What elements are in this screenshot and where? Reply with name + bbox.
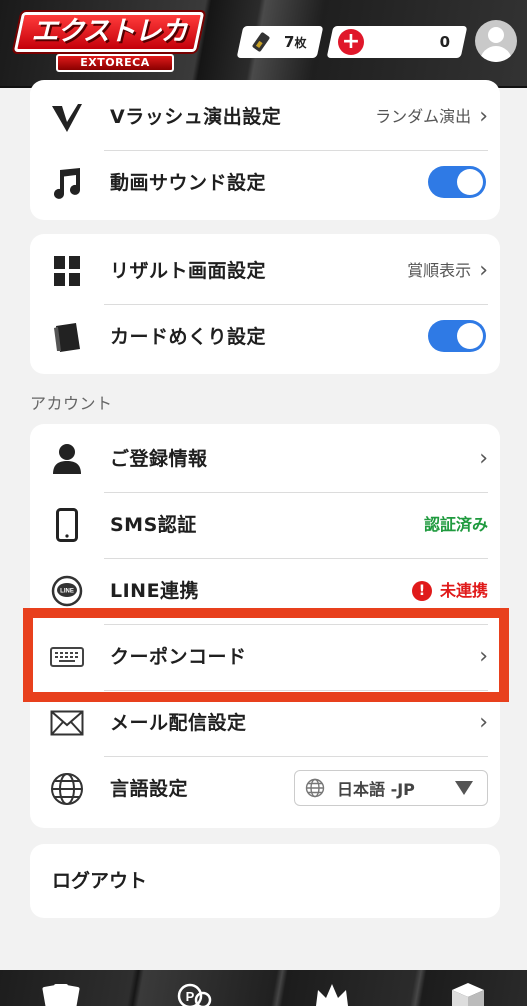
- language-select-value: 日本語 -JP: [337, 780, 415, 799]
- app-header: エクストレカ EXTORECA 7 枚 + 0: [0, 0, 527, 88]
- card-flip-setting-row: カードめくり設定: [30, 304, 500, 370]
- result-screen-setting-label: リザルト画面設定: [110, 260, 267, 282]
- points-nav-icon[interactable]: P: [176, 980, 216, 1006]
- registration-info-row[interactable]: ご登録情報 ›: [30, 426, 500, 492]
- vrush-setting-label: Vラッシュ演出設定: [110, 106, 282, 128]
- chevron-right-icon: ›: [479, 258, 488, 283]
- caret-down-icon: [455, 781, 473, 795]
- registration-info-label: ご登録情報: [110, 448, 208, 470]
- language-setting-row: 言語設定 日本語 -JP: [30, 756, 500, 822]
- ticket-counter[interactable]: 7 枚: [236, 26, 324, 58]
- vrush-setting-row[interactable]: Vラッシュ演出設定 ランダム演出 ›: [30, 84, 500, 150]
- alert-icon: !: [411, 581, 432, 601]
- card-flip-setting-label: カードめくり設定: [110, 326, 267, 348]
- extoreca-logo[interactable]: エクストレカ EXTORECA: [13, 10, 205, 72]
- points-value: 0: [439, 33, 450, 51]
- logo-sub-text: EXTORECA: [56, 54, 174, 72]
- crown-nav-icon[interactable]: [312, 980, 352, 1006]
- video-sound-toggle[interactable]: [428, 166, 486, 198]
- video-sound-setting-label: 動画サウンド設定: [110, 172, 267, 194]
- language-select[interactable]: 日本語 -JP: [294, 770, 488, 806]
- add-points-icon[interactable]: +: [338, 29, 364, 55]
- v-logo-icon: [50, 100, 84, 134]
- grid-icon: [50, 254, 84, 288]
- ticket-count: 7: [284, 33, 295, 51]
- cards-icon: [50, 320, 84, 354]
- music-note-icon: [50, 166, 84, 200]
- line-icon-text: LINE: [60, 589, 74, 595]
- settings-card-display: Vラッシュ演出設定 ランダム演出 › 動画サウンド設定: [30, 80, 500, 220]
- svg-text:P: P: [186, 989, 195, 1004]
- globe-icon: [50, 772, 84, 806]
- bottom-nav: P: [0, 970, 527, 1006]
- smartphone-icon: [50, 508, 84, 542]
- sms-status-verified: 認証済み: [423, 515, 488, 534]
- account-section-title: アカウント: [30, 394, 113, 413]
- highlight-box: [23, 608, 509, 702]
- result-screen-setting-row[interactable]: リザルト画面設定 賞順表示 ›: [30, 238, 500, 304]
- mail-icon: [50, 706, 84, 740]
- logo-main-text: エクストレカ: [31, 16, 187, 47]
- logout-button[interactable]: ログアウト: [52, 844, 147, 918]
- ticket-unit: 枚: [294, 35, 307, 50]
- chevron-right-icon: ›: [479, 104, 488, 129]
- chevron-right-icon: ›: [479, 446, 488, 471]
- globe-small-icon: [305, 778, 325, 798]
- line-icon: LINE: [50, 574, 84, 608]
- card-flip-toggle[interactable]: [428, 320, 486, 352]
- sms-auth-row[interactable]: SMS認証 認証済み: [30, 492, 500, 558]
- avatar[interactable]: [475, 20, 517, 62]
- ticket-icon: [251, 31, 271, 53]
- points-counter[interactable]: + 0: [326, 26, 468, 58]
- vrush-setting-value: ランダム演出: [375, 107, 472, 126]
- video-sound-setting-row: 動画サウンド設定: [30, 150, 500, 216]
- result-screen-setting-value: 賞順表示: [407, 261, 472, 280]
- box-nav-icon[interactable]: [448, 980, 488, 1006]
- logout-card[interactable]: ログアウト: [30, 844, 500, 918]
- sms-auth-label: SMS認証: [110, 514, 197, 536]
- cards-nav-icon[interactable]: [42, 980, 82, 1006]
- language-setting-label: 言語設定: [110, 778, 189, 800]
- user-icon: [50, 442, 84, 476]
- settings-card-result: リザルト画面設定 賞順表示 › カードめくり設定: [30, 234, 500, 374]
